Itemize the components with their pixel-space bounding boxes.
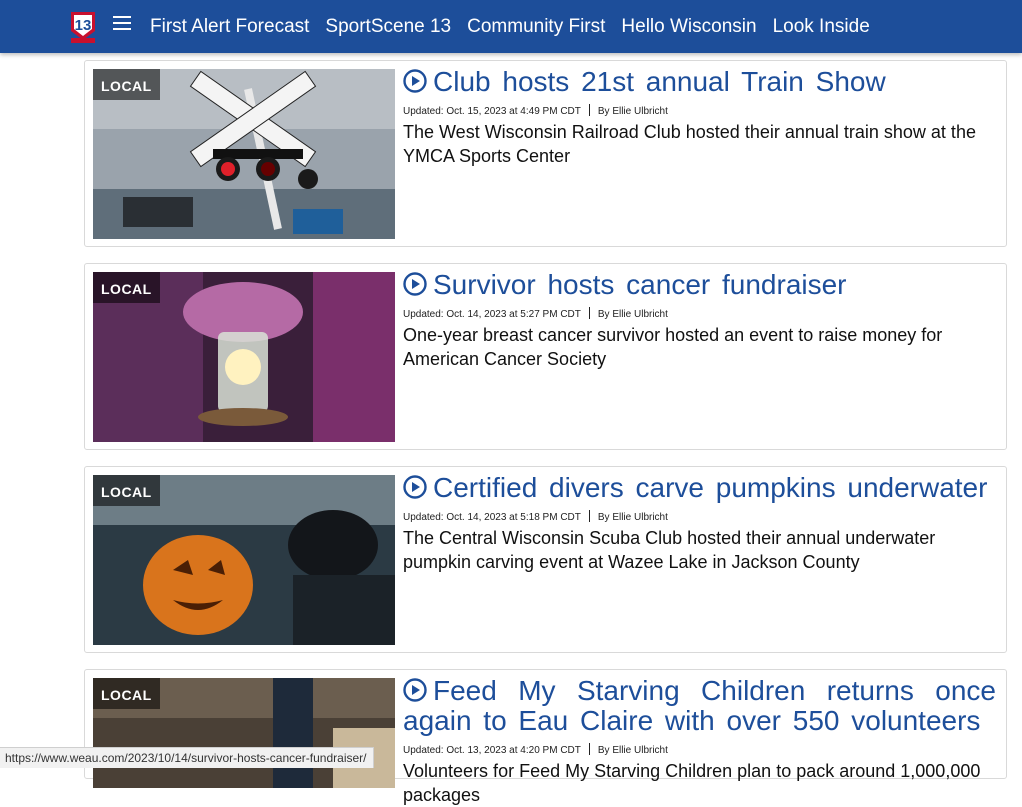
article-thumbnail-train-show[interactable]: LOCAL xyxy=(93,69,395,239)
top-nav-bar: 13 First Alert Forecast SportScene 13 Co… xyxy=(0,0,1022,53)
play-icon xyxy=(403,69,427,93)
article-thumbnail-underwater-pumpkins[interactable]: LOCAL xyxy=(93,475,395,645)
meta-separator xyxy=(588,510,590,522)
article-meta: Updated: Oct. 14, 2023 at 5:27 PM CDT By … xyxy=(403,307,996,320)
article-title-text[interactable]: Survivor hosts cancer fundraiser xyxy=(433,269,847,300)
article-author[interactable]: By Ellie Ulbricht xyxy=(598,309,668,320)
article-category-tag: LOCAL xyxy=(93,272,160,303)
article-description: The Central Wisconsin Scuba Club hosted … xyxy=(403,528,936,572)
article-title[interactable]: Survivor hosts cancer fundraiser xyxy=(403,270,996,300)
nav-link-first-alert-forecast[interactable]: First Alert Forecast xyxy=(150,16,309,38)
article-title-text[interactable]: Club hosts 21st annual Train Show xyxy=(433,66,886,97)
meta-separator xyxy=(588,104,590,116)
article-updated-time: Updated: Oct. 14, 2023 at 5:27 PM CDT xyxy=(403,309,581,320)
article-thumbnail-cancer-fundraiser[interactable]: LOCAL xyxy=(93,272,395,442)
article-author[interactable]: By Ellie Ulbricht xyxy=(598,745,668,756)
nav-links: First Alert Forecast SportScene 13 Commu… xyxy=(150,0,886,53)
meta-separator xyxy=(588,307,590,319)
article-card: LOCAL Certified divers carve pumpkins un… xyxy=(84,466,1007,653)
article-title-text[interactable]: Certified divers carve pumpkins underwat… xyxy=(433,472,987,503)
nav-link-sportscene-13[interactable]: SportScene 13 xyxy=(325,16,451,38)
article-description: The West Wisconsin Railroad Club hosted … xyxy=(403,122,976,166)
play-icon xyxy=(403,272,427,296)
article-category-tag: LOCAL xyxy=(93,475,160,506)
article-category-tag: LOCAL xyxy=(93,678,160,709)
menu-icon[interactable] xyxy=(113,16,131,32)
article-author[interactable]: By Ellie Ulbricht xyxy=(598,106,668,117)
link-status-bar: https://www.weau.com/2023/10/14/survivor… xyxy=(0,747,374,768)
play-icon xyxy=(403,678,427,702)
article-title-text[interactable]: Feed My Starving Children returns once a… xyxy=(403,675,996,736)
article-title[interactable]: Certified divers carve pumpkins underwat… xyxy=(403,473,996,503)
article-meta: Updated: Oct. 15, 2023 at 4:49 PM CDT By … xyxy=(403,104,996,117)
play-icon xyxy=(403,475,427,499)
article-title[interactable]: Feed My Starving Children returns once a… xyxy=(403,676,996,736)
article-card: LOCAL Club hosts 21st annual Train Show … xyxy=(84,60,1007,247)
article-description: One-year breast cancer survivor hosted a… xyxy=(403,325,943,369)
nav-link-community-first[interactable]: Community First xyxy=(467,16,605,38)
article-card: LOCAL Survivor hosts cancer fundraiser U… xyxy=(84,263,1007,450)
article-updated-time: Updated: Oct. 15, 2023 at 4:49 PM CDT xyxy=(403,106,581,117)
article-updated-time: Updated: Oct. 14, 2023 at 5:18 PM CDT xyxy=(403,512,581,523)
article-author[interactable]: By Ellie Ulbricht xyxy=(598,512,668,523)
article-meta: Updated: Oct. 14, 2023 at 5:18 PM CDT By … xyxy=(403,510,996,523)
article-title[interactable]: Club hosts 21st annual Train Show xyxy=(403,67,996,97)
nav-link-hello-wisconsin[interactable]: Hello Wisconsin xyxy=(621,16,756,38)
meta-separator xyxy=(588,743,590,755)
nav-link-look-inside[interactable]: Look Inside xyxy=(773,16,870,38)
weau-13-news-logo[interactable]: 13 xyxy=(68,9,98,43)
article-description: Volunteers for Feed My Starving Children… xyxy=(403,761,981,805)
article-thumbnail-feed-my-starving-children[interactable]: LOCAL xyxy=(93,678,395,788)
article-category-tag: LOCAL xyxy=(93,69,160,100)
article-updated-time: Updated: Oct. 13, 2023 at 4:20 PM CDT xyxy=(403,745,581,756)
svg-text:13: 13 xyxy=(75,17,92,34)
article-meta: Updated: Oct. 13, 2023 at 4:20 PM CDT By … xyxy=(403,743,996,756)
